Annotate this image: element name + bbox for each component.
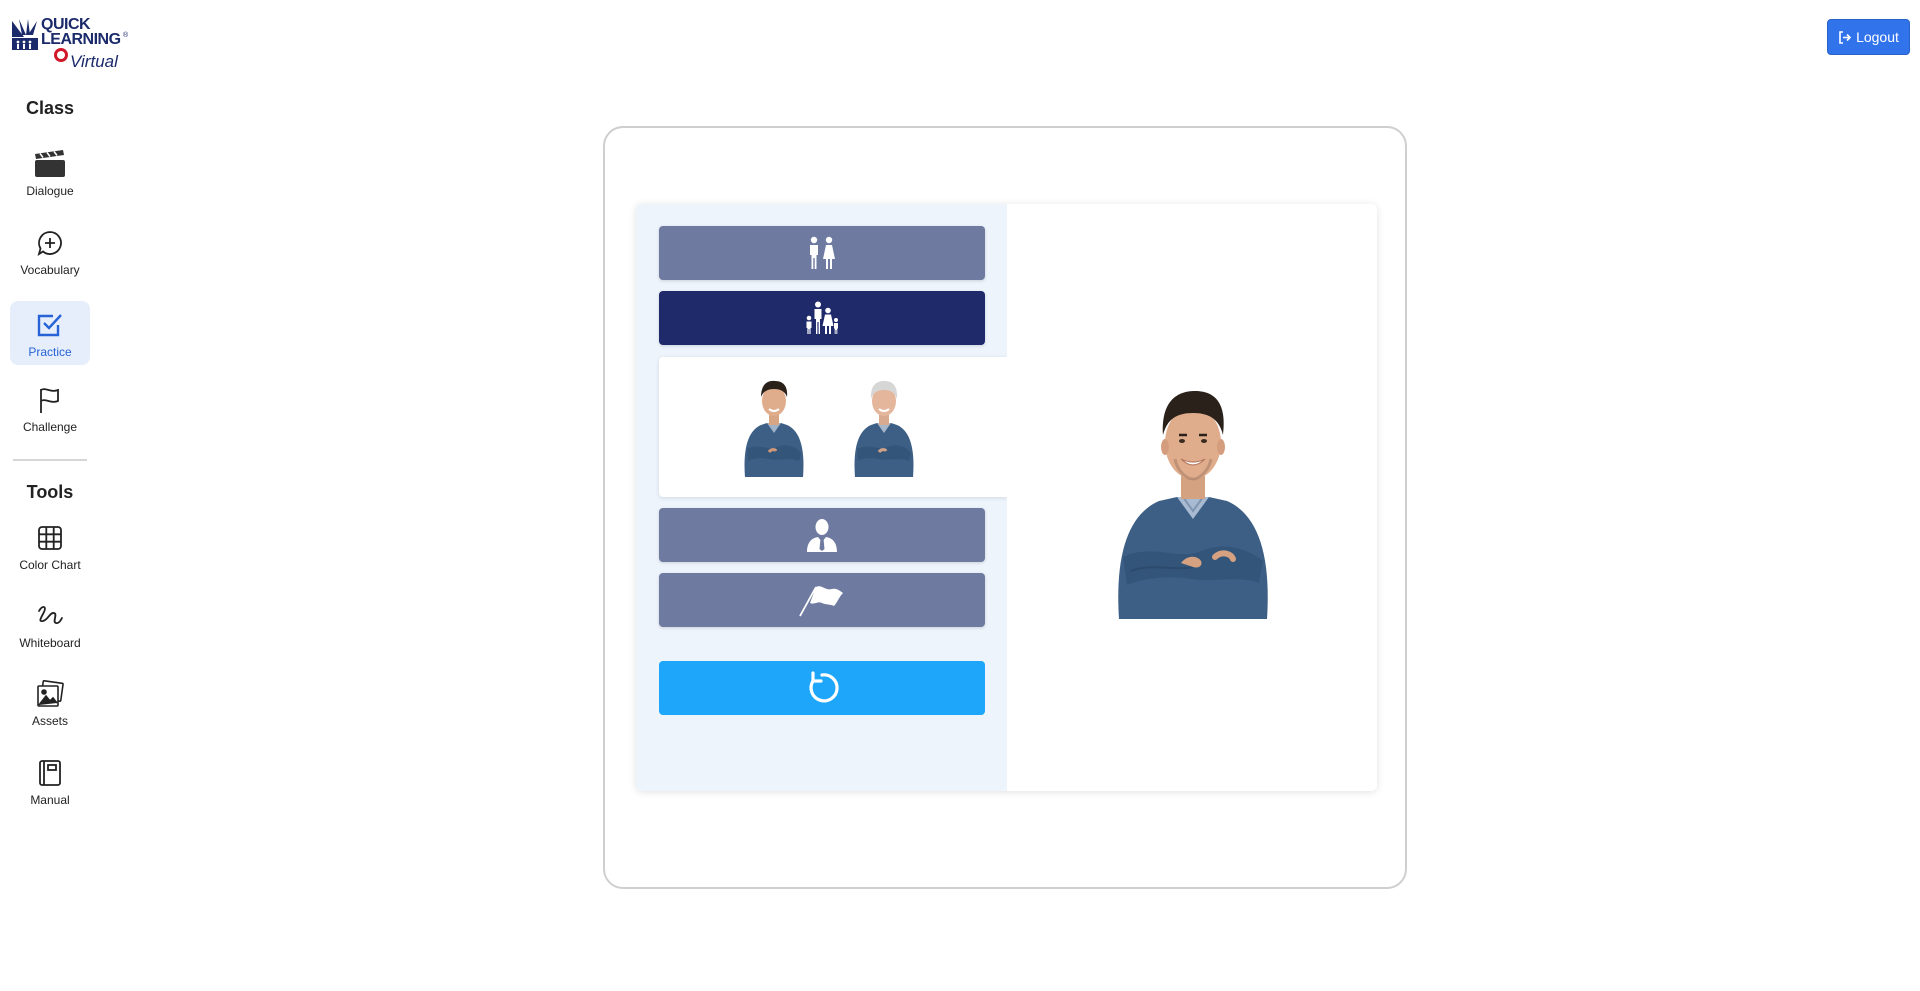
sidebar-item-manual[interactable]: Manual [10,749,90,813]
app-logo[interactable]: QUICK LEARNING ® Virtual [10,15,129,75]
chat-plus-icon [34,227,66,259]
sign-out-icon [1839,30,1852,44]
waving-flag-icon [799,586,843,617]
sidebar-item-label: Whiteboard [19,636,81,650]
logo-line-3: Virtual [70,52,118,71]
flag-icon [34,384,66,416]
reset-button[interactable] [659,661,985,715]
sidebar-item-label: Vocabulary [20,263,80,277]
sidebar-item-label: Challenge [22,420,78,434]
sidebar-item-color-chart[interactable]: Color Chart [10,514,90,578]
display-column [1007,204,1377,791]
reset-arrow-icon [809,671,839,703]
couple-icon [810,236,835,269]
checkbox-icon [34,309,66,341]
option-family-button[interactable] [659,291,985,345]
option-couple-button[interactable] [659,226,985,280]
grid-icon [34,522,66,554]
sidebar-item-label: Color Chart [19,558,81,572]
sidebar-item-practice[interactable]: Practice [10,301,90,365]
images-icon [34,678,66,710]
logout-button[interactable]: Logout [1827,19,1910,55]
sidebar-divider [13,459,87,461]
expanded-option-images [659,357,1007,497]
logo-q-ring [54,48,68,62]
sidebar-item-label: Dialogue [26,184,74,198]
sidebar-item-assets[interactable]: Assets [10,670,90,734]
class-section-title: Class [25,98,75,118]
family-icon [806,301,838,334]
sidebar-item-label: Practice [28,345,72,359]
option-flag-button[interactable] [659,573,985,627]
options-column [636,204,1007,791]
sidebar: QUICK LEARNING ® Virtual Class Dialogue … [0,0,128,991]
logo-registered-mark: ® [123,32,129,39]
sidebar-item-challenge[interactable]: Challenge [10,376,90,440]
notebook-icon [34,757,66,789]
logout-label: Logout [1856,29,1899,45]
businessman-icon [807,519,837,552]
young-man-image [1118,391,1268,619]
older-man-image[interactable] [849,373,919,477]
sidebar-item-dialogue[interactable]: Dialogue [10,140,90,204]
sidebar-item-vocabulary[interactable]: Vocabulary [10,219,90,283]
tools-section-title: Tools [26,482,74,502]
logo-line-2: LEARNING [41,31,121,48]
young-man-image[interactable] [739,373,809,477]
sidebar-item-label: Manual [30,793,70,807]
practice-panel [636,204,1377,791]
clapperboard-icon [34,148,66,180]
scribble-icon [34,600,66,632]
sidebar-item-label: Assets [31,714,68,728]
option-businessman-button[interactable] [659,508,985,562]
sidebar-item-whiteboard[interactable]: Whiteboard [10,592,90,656]
